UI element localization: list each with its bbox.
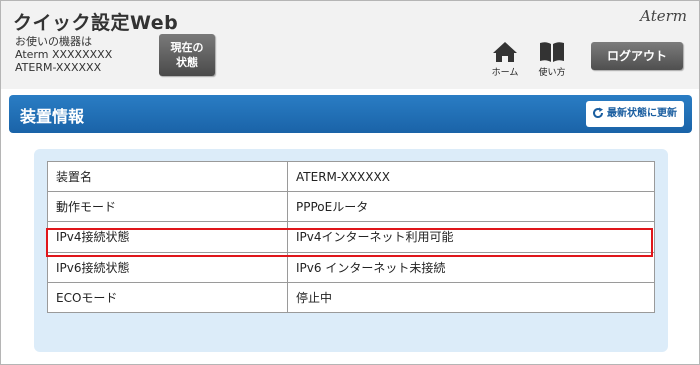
section-header: 装置情報 最新状態に更新	[9, 95, 692, 133]
home-icon	[493, 42, 517, 62]
row-value: 停止中	[287, 281, 655, 313]
current-status-label-2: 状態	[176, 56, 198, 69]
refresh-icon	[593, 107, 604, 119]
device-info-table: 装置名 ATERM-XXXXXX 動作モード PPPoEルータ IPv4接続状態…	[47, 160, 655, 313]
nav-guide[interactable]: 使い方	[534, 41, 570, 78]
row-value: IPv6 インターネット未接続	[287, 251, 655, 283]
device-model: Aterm XXXXXXXX	[15, 48, 113, 61]
header: クイック設定Web お使いの機器は Aterm XXXXXXXX ATERM-X…	[1, 1, 699, 89]
table-row: IPv4接続状態 IPv4インターネット利用可能	[47, 221, 655, 253]
section-title: 装置情報	[20, 107, 85, 126]
refresh-button[interactable]: 最新状態に更新	[586, 101, 684, 127]
nav-guide-label: 使い方	[538, 68, 566, 78]
logout-button[interactable]: ログアウト	[591, 42, 683, 70]
nav-home[interactable]: ホーム	[489, 41, 521, 78]
info-panel: 装置名 ATERM-XXXXXX 動作モード PPPoEルータ IPv4接続状態…	[34, 149, 668, 352]
row-key: ECOモード	[47, 281, 288, 313]
book-icon	[540, 42, 564, 62]
row-key: 装置名	[47, 160, 288, 193]
row-key: IPv4接続状態	[47, 221, 288, 253]
row-value: ATERM-XXXXXX	[287, 160, 655, 193]
current-status-button[interactable]: 現在の 状態	[159, 34, 215, 76]
row-key: 動作モード	[47, 191, 288, 223]
table-row: 動作モード PPPoEルータ	[47, 191, 655, 223]
table-row: ECOモード 停止中	[47, 281, 655, 313]
app-title: クイック設定Web	[13, 12, 179, 34]
table-row: 装置名 ATERM-XXXXXX	[47, 160, 655, 193]
table-row: IPv6接続状態 IPv6 インターネット未接続	[47, 251, 655, 283]
window-frame: クイック設定Web お使いの機器は Aterm XXXXXXXX ATERM-X…	[0, 0, 700, 365]
brand-logo: Aterm	[640, 7, 687, 25]
nav-home-label: ホーム	[491, 68, 519, 78]
device-label-intro: お使いの機器は	[15, 35, 92, 48]
row-key: IPv6接続状態	[47, 251, 288, 283]
device-name: ATERM-XXXXXX	[15, 61, 102, 74]
current-status-label-1: 現在の	[170, 41, 204, 54]
row-value: IPv4インターネット利用可能	[287, 221, 655, 253]
refresh-label: 最新状態に更新	[607, 108, 677, 119]
row-value: PPPoEルータ	[287, 191, 655, 223]
